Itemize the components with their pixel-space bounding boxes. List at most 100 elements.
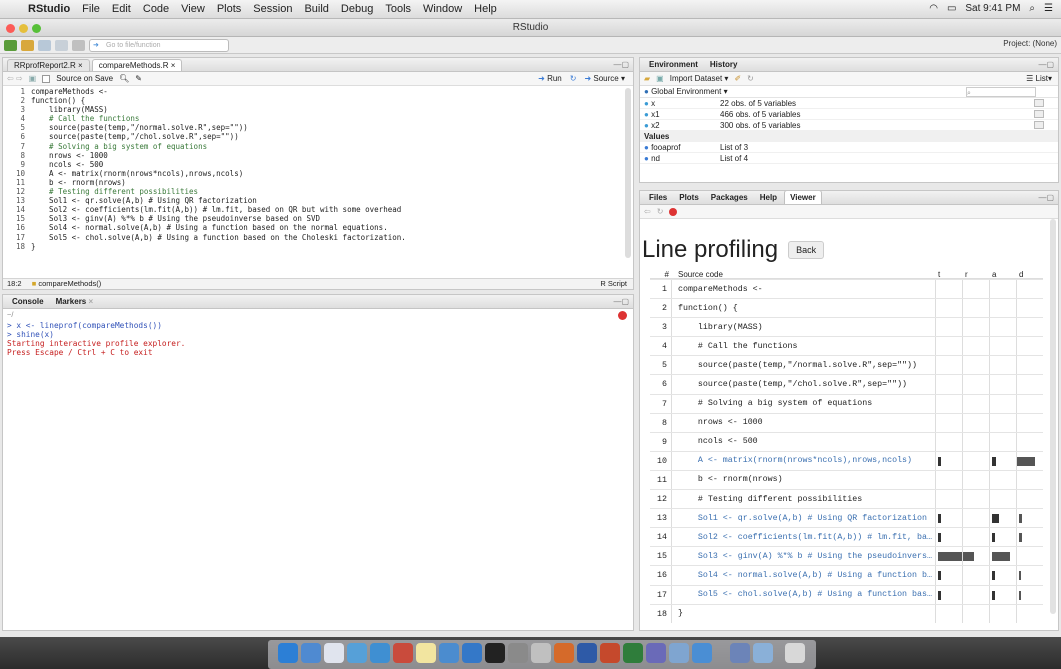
list-icon[interactable]: ● xyxy=(644,154,649,163)
profile-row[interactable]: 13 Sol1 <- qr.solve(A,b) # Using QR fact… xyxy=(650,508,1043,528)
back-button[interactable]: Back xyxy=(788,241,825,259)
viewer-scrollbar[interactable] xyxy=(1050,219,1056,614)
app-icon[interactable] xyxy=(347,643,367,663)
notification-center-icon[interactable]: ☰ xyxy=(1044,3,1053,14)
folder-icon[interactable] xyxy=(730,643,750,663)
profile-row[interactable]: 2 function() { xyxy=(650,298,1043,318)
trash-icon[interactable] xyxy=(785,643,805,663)
tab-markers[interactable]: Markers × xyxy=(51,295,99,308)
tab-plots[interactable]: Plots xyxy=(674,191,704,204)
profile-row[interactable]: 4 # Call the functions xyxy=(650,336,1043,356)
battery-icon[interactable]: ▭ xyxy=(947,3,956,14)
code-line[interactable]: 8 nrows <- 1000 xyxy=(3,151,633,160)
refresh-icon[interactable]: ↻ xyxy=(747,74,754,83)
word-icon[interactable] xyxy=(577,643,597,663)
profile-row[interactable]: 8 nrows <- 1000 xyxy=(650,412,1043,432)
system-preferences-icon[interactable] xyxy=(508,643,528,663)
tab-console[interactable]: Console xyxy=(7,295,49,308)
profile-row[interactable]: 14 Sol2 <- coefficients(lm.fit(A,b)) # l… xyxy=(650,527,1043,547)
environment-row[interactable]: ● nd List of 4 xyxy=(640,153,1058,164)
code-line[interactable]: 17 Sol5 <- chol.solve(A,b) # Using a fun… xyxy=(3,233,633,242)
profile-row[interactable]: 3 library(MASS) xyxy=(650,317,1043,337)
launchpad-icon[interactable] xyxy=(301,643,321,663)
preview-icon[interactable] xyxy=(439,643,459,663)
rstudio-icon[interactable] xyxy=(462,643,482,663)
col-t[interactable]: t xyxy=(935,271,962,279)
code-line[interactable]: 16 Sol4 <- normal.solve(A,b) # Using a f… xyxy=(3,223,633,232)
minimize-window-icon[interactable] xyxy=(19,24,28,33)
menu-edit[interactable]: Edit xyxy=(112,3,131,15)
profile-row[interactable]: 16 Sol4 <- normal.solve(A,b) # Using a f… xyxy=(650,565,1043,585)
code-line[interactable]: 12 # Testing different possibilities xyxy=(3,187,633,196)
zoom-window-icon[interactable] xyxy=(32,24,41,33)
menu-app-name[interactable]: RStudio xyxy=(28,3,70,15)
environment-scope-select[interactable]: Global Environment ▾ xyxy=(649,87,728,96)
code-line[interactable]: 9 ncols <- 500 xyxy=(3,160,633,169)
menu-tools[interactable]: Tools xyxy=(385,3,411,15)
code-line[interactable]: 6 source(paste(temp,"/chol.solve.R",sep=… xyxy=(3,132,633,141)
col-a[interactable]: a xyxy=(989,271,1016,279)
tab-packages[interactable]: Packages xyxy=(706,191,753,204)
code-line[interactable]: 11 b <- rnorm(nrows) xyxy=(3,178,633,187)
code-area[interactable]: 1 compareMethods <- 2 function() {3 library… xyxy=(3,86,633,251)
x11-icon[interactable] xyxy=(531,643,551,663)
menu-code[interactable]: Code xyxy=(143,3,169,15)
pane-minmax-icon[interactable]: —▢ xyxy=(1038,193,1054,202)
profile-row[interactable]: 11 b <- rnorm(nrows) xyxy=(650,469,1043,490)
code-line[interactable]: 1 compareMethods <- xyxy=(3,87,633,96)
finder-icon[interactable] xyxy=(278,643,298,663)
profile-row[interactable]: 6 source(paste(temp,"/chol.solve.R",sep=… xyxy=(650,374,1043,394)
code-line[interactable]: 13 Sol1 <- qr.solve(A,b) # Using QR fact… xyxy=(3,196,633,205)
list-view-menu[interactable]: ☰ List▾ xyxy=(1026,74,1052,83)
col-d[interactable]: d xyxy=(1016,271,1043,279)
code-line[interactable]: 14 Sol2 <- coefficients(lm.fit(A,b)) # l… xyxy=(3,205,633,214)
import-dataset-button[interactable]: Import Dataset ▾ xyxy=(670,74,729,83)
profile-row[interactable]: 7 # Solving a big system of equations xyxy=(650,393,1043,413)
code-line[interactable]: 7 # Solving a big system of equations xyxy=(3,142,633,151)
environment-row[interactable]: ● x2 300 obs. of 5 variables xyxy=(640,120,1058,131)
search-icon[interactable]: 🔍︎ xyxy=(119,74,129,83)
environment-row[interactable]: ● fooaprof List of 3 xyxy=(640,142,1058,153)
pane-minmax-icon[interactable]: —▢ xyxy=(613,297,629,306)
profile-row[interactable]: 17 Sol5 <- chol.solve(A,b) # Using a fun… xyxy=(650,584,1043,604)
powerpoint-icon[interactable] xyxy=(600,643,620,663)
tab-files[interactable]: Files xyxy=(644,191,672,204)
project-menu[interactable]: Project: (None) xyxy=(1003,39,1057,48)
grid-view-icon[interactable] xyxy=(1034,99,1044,107)
tab-viewer[interactable]: Viewer xyxy=(784,191,822,204)
goto-file-input[interactable]: ➜ Go to file/function xyxy=(89,38,229,52)
profile-row[interactable]: 12 # Testing different possibilities xyxy=(650,489,1043,509)
app-icon[interactable] xyxy=(554,643,574,663)
working-directory[interactable]: ~/ xyxy=(7,310,13,319)
menu-debug[interactable]: Debug xyxy=(341,3,373,15)
back-arrow-icon[interactable]: ⇦ ⇨ xyxy=(7,74,23,83)
viewer-refresh-icon[interactable]: ↻ xyxy=(657,207,664,216)
editor-scrollbar[interactable] xyxy=(625,88,631,258)
file-type[interactable]: R Script xyxy=(600,279,627,289)
environment-row[interactable]: ● x 22 obs. of 5 variables xyxy=(640,98,1058,109)
code-line[interactable]: 18} xyxy=(3,242,633,251)
menu-help[interactable]: Help xyxy=(474,3,497,15)
close-window-icon[interactable] xyxy=(6,24,15,33)
code-line[interactable]: 3 library(MASS) xyxy=(3,105,633,114)
viewer-stop-icon[interactable] xyxy=(669,207,678,216)
col-r[interactable]: r xyxy=(962,271,989,279)
profile-row[interactable]: 1 compareMethods <- xyxy=(650,279,1043,299)
save-workspace-icon[interactable]: ▣ xyxy=(656,74,664,83)
folder-icon[interactable] xyxy=(753,643,773,663)
list-icon[interactable]: ● xyxy=(644,143,649,152)
expand-icon[interactable]: ● xyxy=(644,99,649,108)
wand-icon[interactable]: ✎ xyxy=(135,74,142,83)
menu-session[interactable]: Session xyxy=(253,3,292,15)
notes-icon[interactable] xyxy=(416,643,436,663)
expand-icon[interactable]: ● xyxy=(644,110,649,119)
app-icon[interactable] xyxy=(646,643,666,663)
load-workspace-icon[interactable]: ▰ xyxy=(644,74,650,83)
profile-row[interactable]: 10 A <- matrix(rnorm(nrows*ncols),nrows,… xyxy=(650,450,1043,470)
tab-environment[interactable]: Environment xyxy=(644,58,703,71)
app-icon[interactable] xyxy=(692,643,712,663)
source-button[interactable]: ➜ Source ▾ xyxy=(584,74,625,83)
tab-comparemethods[interactable]: compareMethods.R × xyxy=(91,59,183,71)
profile-row[interactable]: 9 ncols <- 500 xyxy=(650,431,1043,451)
code-line[interactable]: 4 # Call the functions xyxy=(3,114,633,123)
